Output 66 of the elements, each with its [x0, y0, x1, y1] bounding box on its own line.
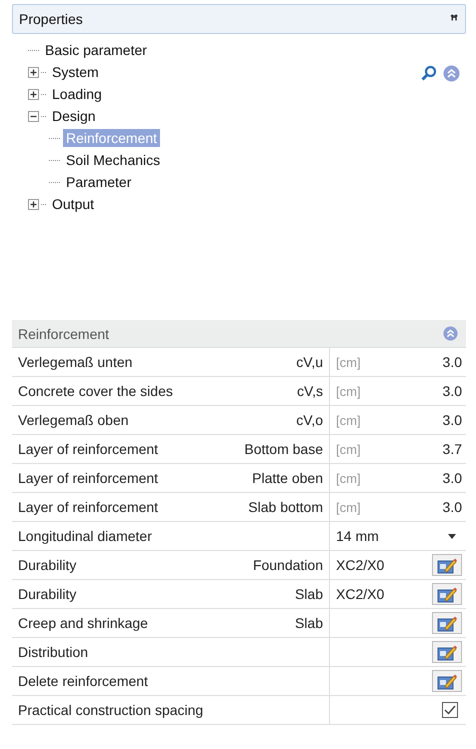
- dropdown-value[interactable]: 14 mm: [336, 528, 379, 544]
- edit-button[interactable]: [432, 670, 462, 692]
- collapse-icon[interactable]: [443, 326, 458, 341]
- property-value[interactable]: 3.0: [442, 499, 462, 515]
- checkbox[interactable]: [442, 702, 458, 718]
- panel-title: Properties: [19, 11, 83, 27]
- property-qualifier: cV,o: [296, 412, 323, 428]
- expand-toggle-icon[interactable]: [28, 198, 39, 210]
- unit-label: [cm]: [336, 442, 361, 456]
- edit-button[interactable]: [432, 612, 462, 634]
- property-label: Longitudinal diameter: [18, 528, 152, 544]
- dropdown-arrow-icon[interactable]: [448, 534, 456, 538]
- edit-button[interactable]: [432, 554, 462, 576]
- property-label: Distribution: [18, 644, 88, 660]
- property-label: Concrete cover the sides: [18, 383, 173, 399]
- property-value[interactable]: 3.0: [442, 354, 462, 370]
- property-value[interactable]: 3.0: [442, 470, 462, 486]
- property-qualifier: Slab: [294, 615, 323, 631]
- pin-button[interactable]: ꟸ: [451, 10, 457, 28]
- expand-toggle-icon[interactable]: [28, 88, 39, 100]
- collapse-icon[interactable]: [443, 65, 460, 82]
- property-label: Durability: [18, 557, 76, 573]
- property-value: XC2/X0: [336, 557, 384, 573]
- edit-button[interactable]: [432, 583, 462, 605]
- tree-item[interactable]: System: [49, 63, 102, 81]
- edit-icon: [437, 556, 457, 574]
- unit-label: [cm]: [336, 500, 361, 514]
- property-label: Durability: [18, 586, 76, 602]
- tree-item[interactable]: Soil Mechanics: [63, 151, 164, 169]
- tree-item[interactable]: Loading: [49, 85, 105, 103]
- property-qualifier: cV,s: [297, 383, 323, 399]
- unit-label: [cm]: [336, 412, 361, 428]
- unit-label: [cm]: [336, 470, 361, 486]
- collapse-toggle-icon[interactable]: [28, 110, 39, 122]
- expand-toggle-icon[interactable]: [28, 66, 39, 78]
- property-label: Verlegemaß oben: [18, 412, 129, 428]
- property-label: Layer of reinforcement: [18, 499, 158, 515]
- edit-icon: [437, 644, 457, 660]
- tree-item[interactable]: Basic parameter: [42, 41, 150, 59]
- property-label: Layer of reinforcement: [18, 470, 158, 486]
- property-label: Creep and shrinkage: [18, 615, 148, 631]
- property-value[interactable]: 3.7: [442, 441, 462, 457]
- property-label: Delete reinforcement: [18, 673, 148, 689]
- edit-icon: [437, 672, 457, 690]
- property-qualifier: Slab: [294, 586, 323, 602]
- property-value[interactable]: 3.0: [442, 412, 462, 428]
- tree-item[interactable]: Design: [49, 107, 99, 125]
- unit-label: [cm]: [336, 354, 361, 370]
- property-label: Verlegemaß unten: [18, 354, 132, 370]
- property-value[interactable]: 3.0: [442, 383, 462, 399]
- property-qualifier: Slab bottom: [248, 499, 323, 515]
- property-qualifier: Bottom base: [244, 441, 323, 457]
- property-value: XC2/X0: [336, 586, 384, 602]
- property-qualifier: cV,u: [296, 354, 323, 370]
- property-qualifier: Foundation: [252, 557, 323, 573]
- tree-item[interactable]: Parameter: [63, 173, 134, 191]
- edit-button[interactable]: [432, 641, 462, 663]
- property-label: Practical construction spacing: [18, 702, 204, 718]
- unit-label: [cm]: [336, 384, 361, 398]
- property-qualifier: Platte oben: [252, 470, 323, 486]
- property-label: Layer of reinforcement: [18, 441, 158, 457]
- edit-icon: [437, 614, 457, 632]
- section-title: Reinforcement: [18, 326, 110, 342]
- tree-item[interactable]: Output: [49, 195, 98, 213]
- edit-icon: [437, 586, 457, 602]
- search-icon[interactable]: [421, 65, 437, 81]
